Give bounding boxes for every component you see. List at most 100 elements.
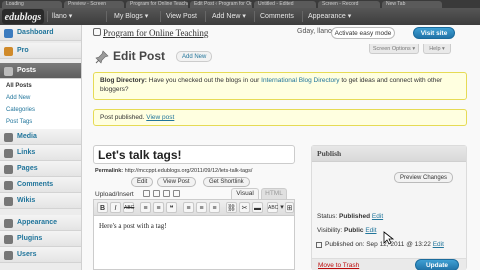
add-media-icon[interactable] bbox=[173, 190, 180, 197]
published-on-text: Published on: Sep 12, 2011 @ 13:22 bbox=[325, 241, 431, 248]
browser-tab-strip: Loading Preview - Screen Program for Onl… bbox=[0, 0, 480, 8]
add-new-post-button[interactable]: Add New bbox=[176, 51, 213, 62]
get-shortlink-button[interactable]: Get Shortlink bbox=[203, 177, 250, 187]
insert-link-button[interactable]: ⛓ bbox=[226, 202, 237, 213]
appearance-icon bbox=[4, 219, 13, 228]
visibility-value: Public bbox=[343, 227, 364, 234]
notice-text: Post published. bbox=[100, 114, 145, 121]
site-name-link[interactable]: Program for Online Teaching bbox=[103, 28, 208, 38]
tab-visual[interactable]: Visual bbox=[231, 188, 259, 199]
visibility-edit-link[interactable]: Edit bbox=[365, 227, 376, 234]
plugins-icon bbox=[4, 235, 13, 244]
post-content-editor[interactable]: Here's a post with a tag! bbox=[93, 216, 295, 270]
visit-site-button[interactable]: Visit site bbox=[413, 27, 455, 39]
admin-bar-my-blogs[interactable]: My Blogs ▾ bbox=[114, 8, 148, 25]
post-published-notice: Post published. View post bbox=[93, 109, 467, 126]
permalink-url[interactable]: http://mccppt.edublogs.org/2011/09/12/le… bbox=[125, 168, 253, 174]
main-content: Program for Online Teaching Gday, llano … bbox=[83, 25, 480, 270]
add-image-icon[interactable] bbox=[143, 190, 150, 197]
admin-bar-add-new[interactable]: Add New ▾ bbox=[212, 8, 246, 25]
sidebar-item-label: Links bbox=[17, 149, 36, 156]
align-center-button[interactable]: ≡ bbox=[196, 202, 207, 213]
submenu-categories[interactable]: Categories bbox=[6, 105, 35, 116]
sidebar-item-appearance[interactable]: Appearance bbox=[0, 215, 81, 231]
admin-bar-appearance[interactable]: Appearance ▾ bbox=[308, 8, 351, 25]
align-left-button[interactable]: ≡ bbox=[183, 202, 194, 213]
sidebar-item-links[interactable]: Links bbox=[0, 145, 81, 161]
browser-tab[interactable]: Screen - Record bbox=[318, 1, 380, 8]
sidebar-item-label: Wikis bbox=[17, 197, 36, 204]
status-value: Published bbox=[339, 213, 371, 220]
published-on-edit-link[interactable]: Edit bbox=[433, 241, 444, 248]
status-edit-link[interactable]: Edit bbox=[372, 213, 383, 220]
sidebar-item-wikis[interactable]: Wikis bbox=[0, 193, 81, 209]
insert-more-button[interactable]: ▬ bbox=[252, 202, 263, 213]
view-post-link[interactable]: View post bbox=[146, 114, 174, 121]
links-icon bbox=[4, 149, 13, 158]
edublogs-logo[interactable]: edublogs bbox=[2, 9, 44, 24]
permalink-edit-button[interactable]: Edit bbox=[131, 177, 154, 187]
sidebar-item-dashboard[interactable]: Dashboard bbox=[0, 25, 81, 41]
bullet-list-button[interactable]: ≡ bbox=[140, 202, 151, 213]
activate-easy-mode-button[interactable]: Activate easy mode bbox=[331, 27, 395, 39]
sidebar-item-posts[interactable]: Posts bbox=[0, 63, 81, 79]
help-button[interactable]: Help ▾ bbox=[423, 44, 451, 54]
spellcheck-button[interactable]: ABC bbox=[267, 202, 278, 213]
pin-icon bbox=[4, 67, 13, 76]
bold-button[interactable]: B bbox=[97, 202, 108, 213]
fullscreen-button[interactable]: ⊞ bbox=[285, 202, 294, 213]
submenu-add-new[interactable]: Add New bbox=[6, 93, 30, 104]
post-title-input[interactable]: Let's talk tags! bbox=[93, 145, 295, 164]
sidebar-item-label: Media bbox=[17, 133, 37, 140]
admin-bar-user[interactable]: llano ▾ bbox=[52, 8, 72, 25]
browser-tab[interactable]: Untitled - Edited bbox=[254, 1, 316, 8]
add-audio-icon[interactable] bbox=[163, 190, 170, 197]
sidebar-item-label: Pro bbox=[17, 47, 29, 54]
wikis-icon bbox=[4, 197, 13, 206]
sidebar-item-media[interactable]: Media bbox=[0, 129, 81, 145]
tab-html[interactable]: HTML bbox=[261, 188, 287, 199]
view-post-button[interactable]: View Post bbox=[157, 177, 196, 187]
page-title: Edit Post bbox=[113, 49, 166, 63]
sidebar-item-label: Dashboard bbox=[17, 29, 54, 36]
sidebar-item-label: Pages bbox=[17, 165, 38, 172]
italic-button[interactable]: I bbox=[110, 202, 121, 213]
admin-sidebar: Dashboard Pro Posts All Posts Add New Ca… bbox=[0, 25, 82, 270]
unlink-button[interactable]: ✂ bbox=[239, 202, 250, 213]
add-video-icon[interactable] bbox=[153, 190, 160, 197]
browser-tab[interactable]: Loading bbox=[2, 1, 62, 8]
pages-icon bbox=[4, 165, 13, 174]
sidebar-item-comments[interactable]: Comments bbox=[0, 177, 81, 193]
sidebar-item-users[interactable]: Users bbox=[0, 247, 81, 263]
sidebar-item-pro[interactable]: Pro bbox=[0, 43, 81, 59]
pushpin-icon bbox=[95, 50, 109, 64]
browser-tab[interactable]: New Tab bbox=[382, 1, 442, 8]
admin-bar-divider bbox=[47, 11, 48, 22]
sidebar-item-pages[interactable]: Pages bbox=[0, 161, 81, 177]
blockquote-button[interactable]: ❝ bbox=[166, 202, 177, 213]
update-button[interactable]: Update bbox=[415, 259, 459, 270]
logo-text: edublogs bbox=[5, 12, 42, 23]
browser-tab[interactable]: Preview - Screen bbox=[64, 1, 124, 8]
screen-options-button[interactable]: Screen Options ▾ bbox=[369, 44, 419, 54]
blog-directory-link[interactable]: International Blog Directory bbox=[261, 77, 339, 84]
move-to-trash-link[interactable]: Move to Trash bbox=[318, 262, 359, 269]
strikethrough-button[interactable]: ABC bbox=[123, 202, 134, 213]
admin-bar-view-post[interactable]: View Post bbox=[166, 8, 197, 25]
blog-directory-notice: Blog Directory: Have you checked out the… bbox=[93, 72, 467, 100]
sidebar-item-plugins[interactable]: Plugins bbox=[0, 231, 81, 247]
numbered-list-button[interactable]: ≡ bbox=[153, 202, 164, 213]
admin-bar-divider bbox=[160, 11, 161, 22]
submenu-post-tags[interactable]: Post Tags bbox=[6, 117, 32, 128]
align-right-button[interactable]: ≡ bbox=[209, 202, 220, 213]
publish-heading[interactable]: Publish bbox=[312, 146, 466, 162]
submenu-all-posts[interactable]: All Posts bbox=[6, 81, 32, 92]
howdy-text: Gday, llano bbox=[297, 28, 332, 35]
preview-changes-button[interactable]: Preview Changes bbox=[394, 172, 454, 183]
admin-bar-divider bbox=[302, 11, 303, 22]
browser-tab[interactable]: Edit Post ‹ Program for Online... bbox=[190, 1, 252, 8]
admin-bar-appearance-label: Appearance bbox=[308, 13, 346, 20]
media-icon bbox=[4, 133, 13, 142]
admin-bar-comments[interactable]: Comments bbox=[260, 8, 294, 25]
browser-tab[interactable]: Program for Online Teaching bbox=[126, 1, 188, 8]
